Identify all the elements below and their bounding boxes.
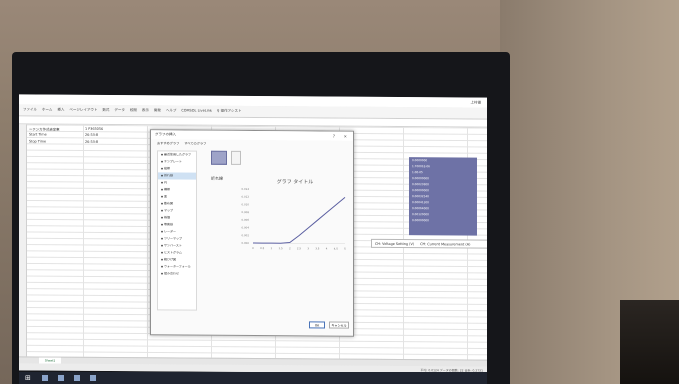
y-tick-label: 0.002 [242,233,250,237]
ribbon-tab[interactable]: ホーム [42,108,52,113]
dialog-titlebar: グラフの挿入 ? × [151,130,353,141]
x-tick-label: 1 [271,246,273,250]
chart-variant-name: 折れ線 [211,175,223,181]
ribbon-tab[interactable]: データ [114,108,125,113]
y-tick-label: 0.010 [242,202,250,206]
selected-range[interactable]: 0.0000000 1.70001E-06 1.0E-05 0.00000000 0.0… [409,157,477,236]
y-tick-label: 0.006 [242,218,250,222]
ribbon-tab[interactable]: ページレイアウト [69,108,97,113]
tab-all-charts[interactable]: すべてのグラフ [184,141,206,146]
chart-type-list: ▪ 最近使用したグラフ ▪ テンプレート ▪ 縦棒 ▪ 折れ線 ▪ 円 ▪ 横棒 ▪ 面 ▪ … [157,150,197,311]
ribbon-tab[interactable]: 開発 [154,108,161,113]
selected-cell[interactable]: 0.00000000 [409,217,477,223]
taskbar: ⊞ [19,372,487,384]
x-tick-label: 2.5 [297,246,301,250]
ribbon-tab[interactable]: ♀ 操作アシスト [217,109,242,114]
task-view-icon[interactable] [58,375,64,381]
excel-icon[interactable] [90,375,96,381]
insert-chart-dialog: グラフの挿入 ? × おすすめグラフ すべてのグラフ ▪ 最近使用したグラフ ▪ … [150,129,354,337]
cell[interactable]: 26:53:8 [85,133,98,137]
user-name[interactable]: 上村優 [471,101,482,106]
desk-object [620,300,679,384]
x-tick-label: 2 [289,246,291,250]
chart-variant-thumbnail-selected[interactable] [211,150,227,165]
y-tick-label: 0.000 [242,241,250,245]
ribbon-tab[interactable]: 挿入 [57,108,64,113]
chart-preview: グラフ タイトル 0.014 0.012 0.010 0.008 0.006 0.004 0… [242,178,347,251]
cell[interactable]: Stop Time [29,139,46,143]
tab-recommended[interactable]: おすすめグラフ [157,140,179,145]
help-icon[interactable]: ? [333,134,335,139]
column-header-current: CH: Current Measurement (A) [420,242,471,247]
close-icon[interactable]: × [344,134,347,139]
cancel-button[interactable]: キャンセル [329,321,349,329]
search-icon[interactable] [42,375,48,381]
cell[interactable]: Start Time [29,133,47,137]
explorer-icon[interactable] [74,375,80,381]
column-header-voltage: CH: Voltage Setting (V) [375,241,415,247]
x-tick-label: 5 [344,247,346,251]
ribbon-tab[interactable]: ファイル [23,107,37,112]
chart-variant-thumbnail[interactable] [231,150,241,165]
x-tick-label: 1.5 [279,246,283,250]
row-headers [19,124,27,357]
excel-window: ファイル ホーム 挿入 ページレイアウト 数式 データ 校閲 表示 開発 ヘルプ COMSOL Li… [19,94,487,374]
x-tick-label: 0 [252,246,254,250]
column-header-box[interactable]: CH: Voltage Setting (V) CH: Current Meas… [371,238,487,249]
cell[interactable]: 26:53:8 [85,139,98,143]
windows-start-icon[interactable]: ⊞ [25,374,32,382]
x-tick-label: 4.5 [334,247,338,251]
dialog-title: グラフの挿入 [155,132,176,137]
x-tick-label: 4 [326,247,328,251]
y-tick-label: 0.004 [242,225,250,229]
ribbon-tab[interactable]: 数式 [102,108,109,113]
chart-title: グラフ タイトル [277,178,314,185]
x-tick-label: 3 [307,246,309,250]
ribbon-tab[interactable]: 校閲 [130,108,137,113]
series-line [253,196,346,244]
ribbon-tab[interactable]: 表示 [142,108,149,113]
ribbon-tab[interactable]: COMSOL LiveLink [181,108,212,113]
y-tick-label: 0.014 [242,187,250,191]
ribbon-tab[interactable]: ヘルプ [166,108,177,113]
chart-type-item[interactable]: ▪ 組み合わせ [158,270,196,277]
ok-button[interactable]: OK [309,321,325,329]
cell[interactable]: ーテンカ作式表定東 [29,126,60,131]
x-tick-label: 0.5 [260,246,264,250]
x-tick-label: 3.5 [315,246,319,250]
y-tick-label: 0.008 [242,210,250,214]
cell[interactable]: 1 F365056 [85,127,103,131]
y-tick-label: 0.012 [242,195,250,199]
dialog-tabs: おすすめグラフ すべてのグラフ [151,139,353,147]
